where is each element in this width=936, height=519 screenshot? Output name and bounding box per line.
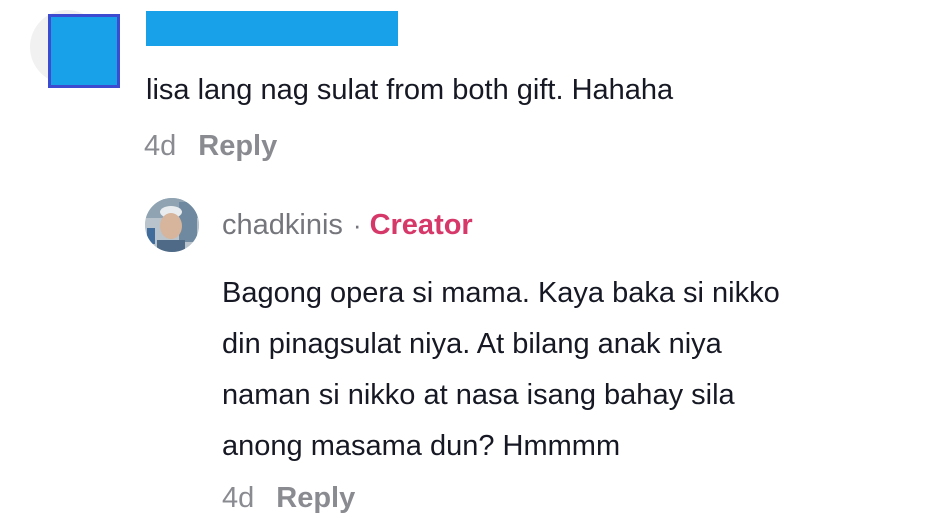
reply-text-line: din pinagsulat niya. At bilang anak niya (222, 328, 722, 360)
username-redaction (146, 11, 398, 46)
reply-button[interactable]: Reply (198, 130, 277, 163)
reply-age: 4d (222, 481, 255, 514)
reply-text-line: naman si nikko at nasa isang bahay sila (222, 379, 735, 411)
reply-text-line: Bagong opera si mama. Kaya baka si nikko (222, 277, 780, 309)
reply-button[interactable]: Reply (276, 482, 355, 515)
reply-meta: 4d Reply (222, 479, 355, 517)
reply-text-line: anong masama dun? Hmmmm (222, 430, 621, 462)
separator-dot: · (352, 209, 362, 240)
reply-text: Bagong opera si mama. Kaya baka si nikko… (222, 268, 902, 472)
avatar-redaction (48, 14, 120, 88)
comment-text: lisa lang nag sulat from both gift. Haha… (146, 74, 674, 106)
creator-avatar[interactable] (145, 198, 199, 252)
creator-username[interactable]: chadkinis (222, 209, 343, 242)
comment-meta: 4d Reply (144, 128, 277, 164)
creator-avatar-image (145, 198, 199, 252)
comment-age: 4d (144, 129, 177, 162)
reply-header: chadkinis · Creator (222, 207, 473, 243)
creator-badge: Creator (369, 208, 473, 241)
